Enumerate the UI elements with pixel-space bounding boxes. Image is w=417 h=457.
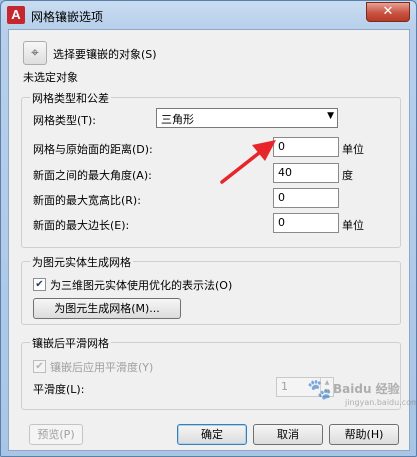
preview-button[interactable]: 预览(P) [29,424,83,445]
apply-smoothness-label: 镶嵌后应用平滑度(Y) [50,361,154,374]
generate-mesh-button-label: 为图元生成网格(M)... [54,302,160,315]
checkmark-icon: ✔ [35,279,44,290]
ok-button-label: 确定 [201,428,223,441]
mesh-type-group-title: 网格类型和公差 [30,90,111,106]
dialog-window: A 网格镶嵌选项 ✕ ⌖ 选择要镶嵌的对象(S) 未选定对象 网格类型和公差 网… [0,0,417,457]
mesh-type-value: 三角形 [161,113,194,126]
select-objects-button[interactable]: ⌖ [23,41,47,65]
mesh-type-dropdown[interactable]: 三角形 ▼ [156,108,338,128]
edge-length-value: 0 [278,216,285,229]
help-button[interactable]: 帮助(H) [329,424,399,445]
selection-status: 未选定对象 [23,71,78,84]
optimize-checkbox-label: 为三维图元实体使用优化的表示法(O) [50,279,233,292]
crosshair-pick-icon: ⌖ [31,45,39,61]
select-objects-label: 选择要镶嵌的对象(S) [53,48,157,61]
ok-button[interactable]: 确定 [177,424,247,445]
distance-label: 网格与原始面的距离(D): [33,143,153,156]
mesh-type-label: 网格类型(T): [33,114,97,127]
generate-mesh-button[interactable]: 为图元生成网格(M)... [33,298,181,319]
close-icon: ✕ [382,4,394,19]
watermark-text: Baidu 经验 [333,382,400,396]
help-button-label: 帮助(H) [344,428,384,441]
cancel-button[interactable]: 取消 [253,424,323,445]
window-title: 网格镶嵌选项 [31,10,104,24]
checkmark-icon: ✔ [35,361,44,372]
edge-length-unit: 单位 [342,219,364,232]
optimize-checkbox[interactable]: ✔ [33,278,46,291]
close-button[interactable]: ✕ [366,2,410,22]
angle-value: 40 [278,166,292,179]
watermark-url: jingyan.baidu.com [345,398,417,407]
smoothness-label: 平滑度(L): [33,383,85,396]
aspect-ratio-input[interactable]: 0 [273,188,339,208]
preview-button-label: 预览(P) [37,428,75,441]
smooth-group-title: 镶嵌后平滑网格 [30,335,111,351]
baidu-watermark: 🐾 Baidu 经验 jingyan.baidu.com [307,377,416,417]
distance-value: 0 [278,140,285,153]
aspect-ratio-value: 0 [278,191,285,204]
chevron-down-icon: ▼ [327,111,334,121]
smoothness-value: 1 [281,380,288,393]
primitive-group-title: 为图元实体生成网格 [30,254,133,270]
paw-logo-icon: 🐾 [307,377,332,401]
edge-length-label: 新面的最大边长(E): [33,219,130,232]
cancel-button-label: 取消 [277,428,299,441]
distance-unit: 单位 [342,143,364,156]
distance-input[interactable]: 0 [273,137,339,157]
autocad-icon: A [7,6,25,24]
angle-label: 新面之间的最大角度(A): [33,169,152,182]
title-bar[interactable]: A 网格镶嵌选项 ✕ [1,1,416,29]
apply-smoothness-checkbox[interactable]: ✔ [33,360,46,373]
angle-unit: 度 [342,169,353,182]
angle-input[interactable]: 40 [273,163,339,183]
aspect-ratio-label: 新面的最大宽高比(R): [33,194,141,207]
edge-length-input[interactable]: 0 [273,213,339,233]
